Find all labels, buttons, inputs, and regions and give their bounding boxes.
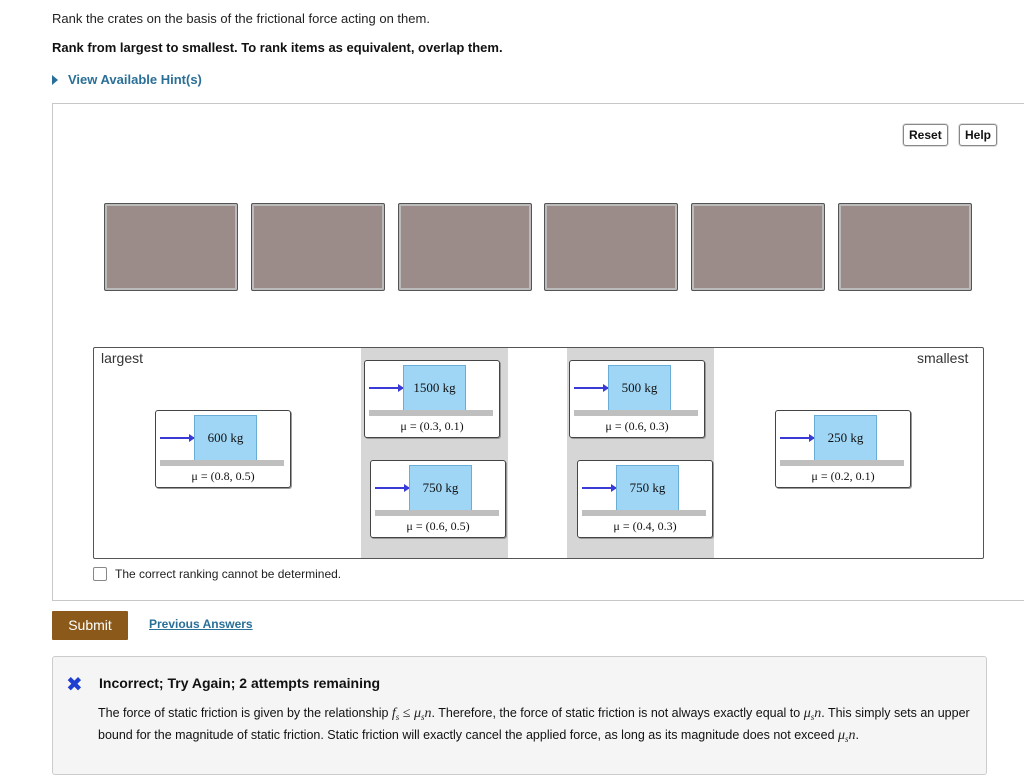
crate-box: 250 kg bbox=[814, 415, 877, 461]
largest-label: largest bbox=[101, 350, 144, 366]
force-arrow-icon bbox=[780, 434, 815, 442]
crate-box: 500 kg bbox=[608, 365, 671, 411]
ground-surface bbox=[780, 460, 904, 466]
crate-card[interactable]: 750 kg μ = (0.4, 0.3) bbox=[577, 460, 713, 538]
instruction-text: Rank from largest to smallest. To rank i… bbox=[52, 40, 503, 55]
crate-card[interactable]: 600 kg μ = (0.8, 0.5) bbox=[155, 410, 291, 488]
crate-box: 750 kg bbox=[616, 465, 679, 511]
friction-coefficients: μ = (0.6, 0.5) bbox=[406, 519, 470, 533]
force-arrow-icon bbox=[369, 384, 404, 392]
empty-slot-3[interactable] bbox=[398, 203, 532, 291]
cannot-determine-label: The correct ranking cannot be determined… bbox=[115, 567, 342, 581]
question-text: Rank the crates on the basis of the fric… bbox=[52, 11, 430, 26]
feedback-text-part: The force of static friction is given by… bbox=[98, 706, 392, 720]
friction-coefficients: μ = (0.8, 0.5) bbox=[191, 469, 255, 483]
ground-surface bbox=[574, 410, 698, 416]
crate-box: 600 kg bbox=[194, 415, 257, 461]
force-arrow-icon bbox=[160, 434, 195, 442]
help-button[interactable]: Help bbox=[959, 124, 998, 146]
feedback-text: The force of static friction is given by… bbox=[98, 704, 973, 748]
smallest-label: smallest bbox=[917, 350, 969, 366]
empty-slot-1[interactable] bbox=[104, 203, 238, 291]
crate-box: 1500 kg bbox=[403, 365, 466, 411]
empty-slot-4[interactable] bbox=[544, 203, 678, 291]
ground-surface bbox=[160, 460, 284, 466]
feedback-text-part: . Therefore, the force of static frictio… bbox=[431, 706, 804, 720]
max-static-friction-expr: μsn bbox=[838, 728, 856, 744]
ground-surface bbox=[375, 510, 499, 516]
force-arrow-icon bbox=[582, 484, 617, 492]
view-hints-label: View Available Hint(s) bbox=[68, 72, 202, 87]
empty-slot-5[interactable] bbox=[691, 203, 825, 291]
max-static-friction-expr: μsn bbox=[803, 706, 822, 722]
ground-surface bbox=[369, 410, 493, 416]
triangle-right-icon bbox=[52, 74, 58, 85]
crate-card[interactable]: 1500 kg μ = (0.3, 0.1) bbox=[364, 360, 500, 438]
previous-answers-link[interactable]: Previous Answers bbox=[149, 617, 253, 631]
reset-button[interactable]: Reset bbox=[903, 124, 948, 146]
static-friction-inequality: fs ≤ μsn bbox=[391, 706, 432, 722]
friction-coefficients: μ = (0.4, 0.3) bbox=[613, 519, 677, 533]
cannot-determine-option[interactable]: The correct ranking cannot be determined… bbox=[93, 567, 341, 581]
crate-card[interactable]: 500 kg μ = (0.6, 0.3) bbox=[569, 360, 705, 438]
friction-coefficients: μ = (0.2, 0.1) bbox=[811, 469, 875, 483]
empty-slot-6[interactable] bbox=[838, 203, 972, 291]
force-arrow-icon bbox=[574, 384, 609, 392]
empty-slot-2[interactable] bbox=[251, 203, 385, 291]
friction-coefficients: μ = (0.3, 0.1) bbox=[400, 419, 464, 433]
force-arrow-icon bbox=[375, 484, 410, 492]
feedback-title: Incorrect; Try Again; 2 attempts remaini… bbox=[99, 675, 381, 691]
crate-card[interactable]: 750 kg μ = (0.6, 0.5) bbox=[370, 460, 506, 538]
x-icon: ✖ bbox=[66, 674, 83, 696]
friction-coefficients: μ = (0.6, 0.3) bbox=[605, 419, 669, 433]
submit-button[interactable]: Submit bbox=[52, 611, 128, 640]
ground-surface bbox=[582, 510, 706, 516]
crate-card[interactable]: 250 kg μ = (0.2, 0.1) bbox=[775, 410, 911, 488]
crate-box: 750 kg bbox=[409, 465, 472, 511]
view-hints-link[interactable]: View Available Hint(s) bbox=[52, 72, 202, 87]
feedback-text-part: . bbox=[855, 728, 860, 742]
cannot-determine-checkbox[interactable] bbox=[93, 567, 107, 581]
